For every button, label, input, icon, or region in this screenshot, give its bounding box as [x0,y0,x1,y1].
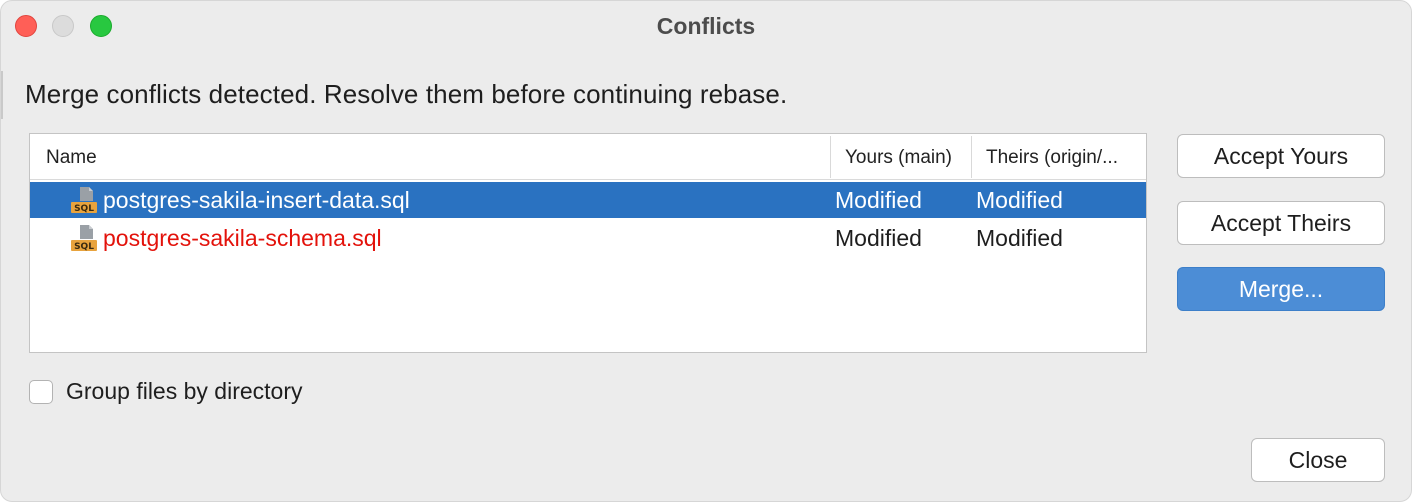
column-header-yours[interactable]: Yours (main) [845,147,952,169]
accept-yours-button[interactable]: Accept Yours [1177,134,1385,178]
conflict-message: Merge conflicts detected. Resolve them b… [25,79,788,109]
table-row[interactable]: SQL postgres-sakila-schema.sql Modified … [30,220,1146,256]
conflicts-dialog: Conflicts Merge conflicts detected. Reso… [0,0,1412,502]
column-header-name[interactable]: Name [46,147,97,169]
table-row[interactable]: SQL postgres-sakila-insert-data.sql Modi… [30,182,1146,218]
conflicts-table: Name Yours (main) Theirs (origin/... SQL… [29,133,1147,353]
column-header-theirs[interactable]: Theirs (origin/... [986,147,1118,169]
column-divider[interactable] [830,136,831,178]
theirs-status: Modified [976,187,1063,213]
sql-file-icon: SQL [71,225,97,252]
svg-text:SQL: SQL [74,242,94,252]
table-header: Name Yours (main) Theirs (origin/... [30,134,1146,180]
yours-status: Modified [835,225,922,251]
svg-text:SQL: SQL [74,204,94,214]
merge-button[interactable]: Merge... [1177,267,1385,311]
file-name: postgres-sakila-schema.sql [103,225,382,251]
group-by-directory-label: Group files by directory [66,378,303,404]
yours-status: Modified [835,187,922,213]
divider [1,71,3,119]
title-bar: Conflicts [1,1,1411,53]
file-name: postgres-sakila-insert-data.sql [103,187,410,213]
window-title: Conflicts [656,13,756,39]
accept-theirs-button[interactable]: Accept Theirs [1177,201,1385,245]
close-button[interactable]: Close [1251,438,1385,482]
sql-file-icon: SQL [71,187,97,214]
theirs-status: Modified [976,225,1063,251]
column-divider[interactable] [971,136,972,178]
group-by-directory-checkbox[interactable] [29,380,53,404]
